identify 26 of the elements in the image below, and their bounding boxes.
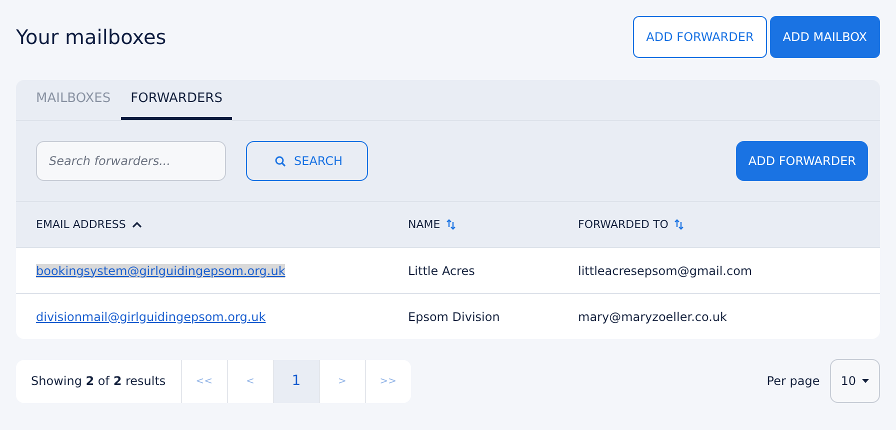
table-cell-text: littleacresepsom@gmail.com	[578, 264, 754, 278]
results-summary: Showing 2 of 2 results	[30, 372, 167, 390]
column-header[interactable]: NAME	[408, 218, 440, 231]
search-field[interactable]: Search forwarders...	[36, 141, 226, 181]
column-header[interactable]: EMAIL ADDRESS	[36, 218, 126, 231]
column-header[interactable]: FORWARDED TO	[578, 218, 668, 231]
tab[interactable]: MAILBOXES	[26, 80, 121, 120]
per-page-label: Per page	[766, 374, 820, 388]
sort-icon[interactable]	[446, 219, 456, 230]
search-button[interactable]: SEARCH	[246, 141, 368, 181]
sort-icon[interactable]	[674, 219, 684, 230]
add-forwarder-button[interactable]: ADD FORWARDER	[633, 16, 767, 58]
add-mailbox-button[interactable]: ADD MAILBOX	[770, 16, 880, 58]
sort-ascending-icon[interactable]	[132, 221, 142, 228]
email-link[interactable]: divisionmail@girlguidingepsom.org.uk	[36, 310, 266, 324]
per-page-select[interactable]: 10	[830, 359, 880, 403]
table-cell-text: mary@maryzoeller.co.uk	[578, 310, 728, 324]
table-cell-text: Epsom Division	[408, 310, 501, 324]
add-forwarder-button[interactable]: ADD FORWARDER	[736, 141, 868, 181]
page-button[interactable]: 1	[272, 360, 319, 402]
email-link[interactable]: bookingsystem@girlguidingepsom.org.uk	[36, 264, 286, 278]
table-cell-text: Little Acres	[408, 264, 476, 278]
caret-icon	[862, 379, 869, 383]
page-title: Your mailboxes	[16, 25, 166, 49]
search-icon	[275, 156, 286, 166]
tab[interactable]: FORWARDERS	[120, 80, 232, 120]
